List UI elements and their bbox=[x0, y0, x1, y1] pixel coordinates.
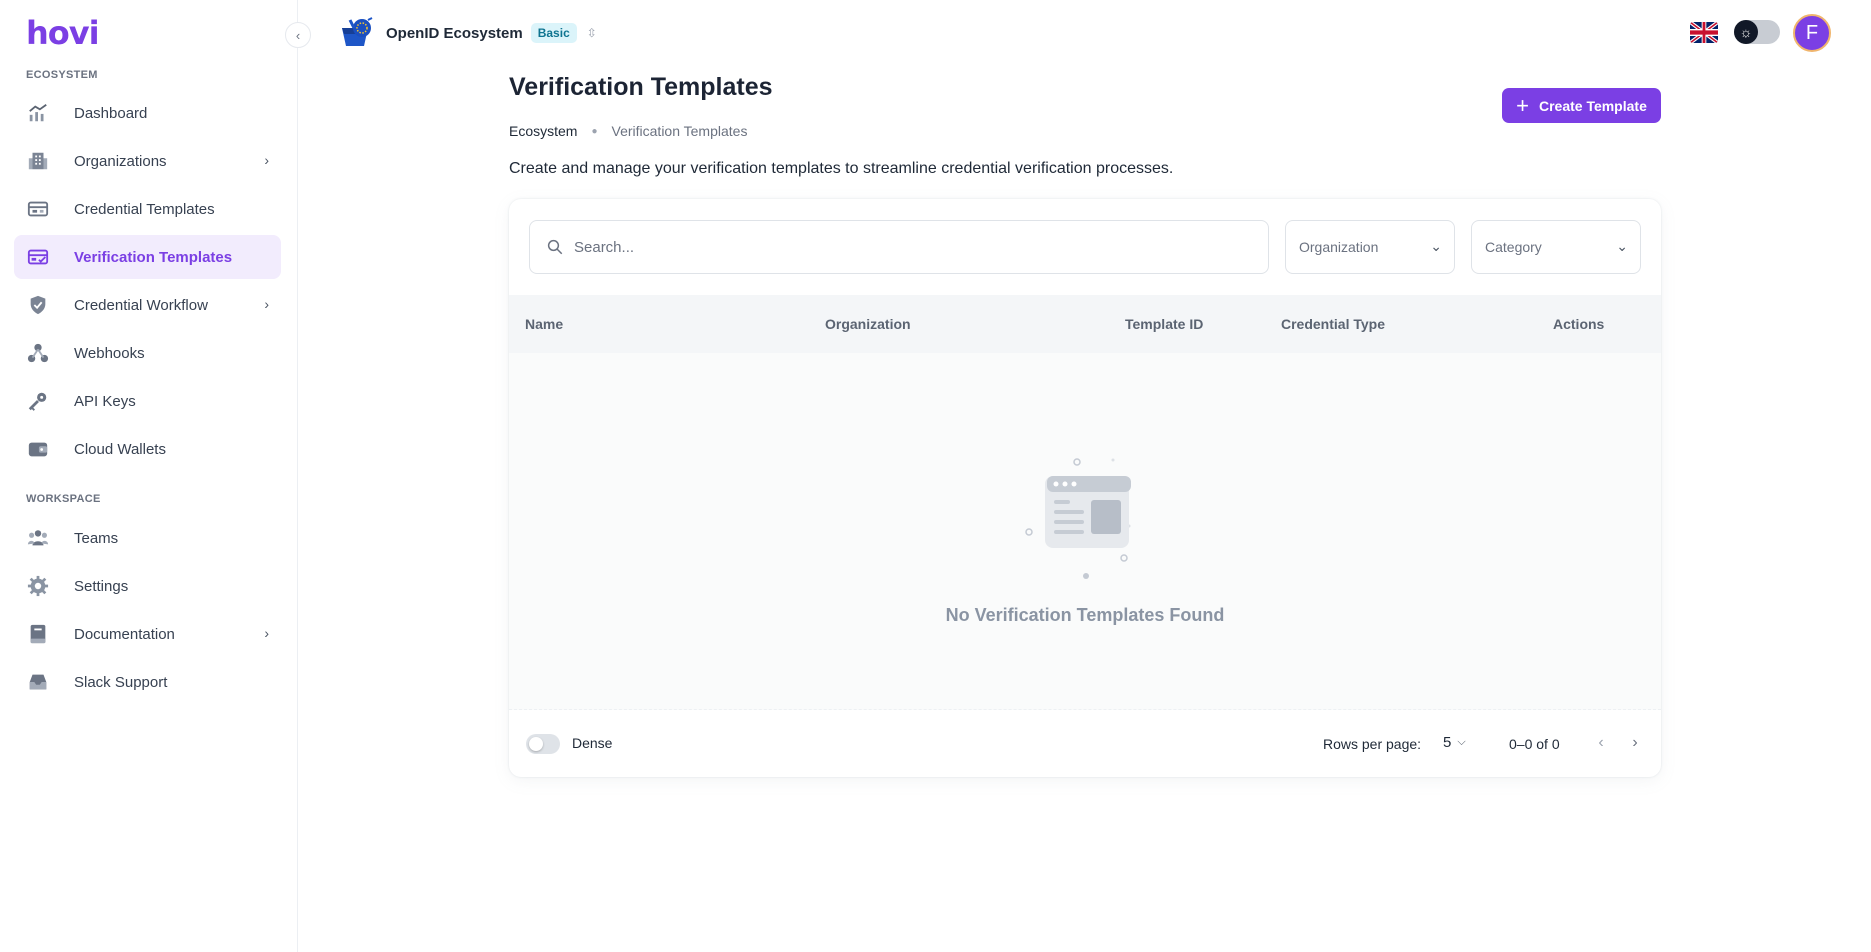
sidebar-item-verification-templates[interactable]: Verification Templates bbox=[14, 235, 281, 279]
empty-state-message: No Verification Templates Found bbox=[945, 605, 1225, 625]
organization-select[interactable]: Organization ⌄ bbox=[1285, 220, 1455, 274]
column-header-template-id[interactable]: Template ID bbox=[1125, 316, 1203, 332]
pagination-range: 0–0 of 0 bbox=[1509, 736, 1560, 752]
sidebar-item-label: Credential Workflow bbox=[74, 296, 208, 314]
page-description: Create and manage your verification temp… bbox=[509, 160, 1174, 177]
empty-content-icon bbox=[1025, 458, 1131, 579]
sidebar-item-dashboard[interactable]: Dashboard bbox=[14, 91, 281, 135]
sidebar-item-credential-templates[interactable]: Credential Templates bbox=[14, 187, 281, 231]
organization-select-label: Organization bbox=[1299, 239, 1379, 255]
create-template-button[interactable]: + Create Template bbox=[1502, 88, 1661, 123]
sidebar-item-label: Verification Templates bbox=[74, 248, 233, 266]
verification-card-icon bbox=[26, 245, 50, 269]
gear-icon bbox=[26, 574, 50, 598]
column-header-credential-type[interactable]: Credential Type bbox=[1281, 316, 1385, 332]
chart-line-icon bbox=[26, 101, 50, 125]
breadcrumb-item-ecosystem[interactable]: Ecosystem bbox=[509, 123, 577, 139]
avatar[interactable]: F bbox=[1793, 14, 1831, 52]
column-header-organization[interactable]: Organization bbox=[825, 316, 911, 332]
column-header-name[interactable]: Name bbox=[525, 316, 563, 332]
sidebar-item-documentation[interactable]: Documentation › bbox=[14, 612, 281, 656]
search-input[interactable] bbox=[574, 238, 1254, 256]
rows-per-page-value: 5 bbox=[1443, 734, 1452, 751]
search-field[interactable] bbox=[529, 220, 1269, 274]
dense-label: Dense bbox=[572, 735, 613, 751]
unfold-icon: ⇳ bbox=[586, 26, 597, 40]
ecosystem-switcher[interactable]: OpenID Ecosystem Basic ⇳ bbox=[338, 16, 597, 50]
sidebar-item-label: Teams bbox=[74, 529, 119, 547]
sun-icon: ☼ bbox=[1734, 20, 1758, 44]
toggle-knob bbox=[529, 737, 543, 751]
sidebar-item-teams[interactable]: Teams bbox=[14, 516, 281, 560]
breadcrumb: Ecosystem ● Verification Templates bbox=[509, 123, 747, 139]
page-title: Verification Templates bbox=[509, 73, 773, 101]
hovi-logo[interactable]: hovi bbox=[26, 14, 100, 52]
dense-toggle[interactable] bbox=[526, 734, 560, 754]
category-select-label: Category bbox=[1485, 239, 1542, 255]
sidebar-item-label: Slack Support bbox=[74, 673, 168, 691]
webhook-icon bbox=[26, 341, 50, 365]
category-select[interactable]: Category ⌄ bbox=[1471, 220, 1641, 274]
sidebar-item-webhooks[interactable]: Webhooks bbox=[14, 331, 281, 375]
chevron-down-icon: ⌄ bbox=[1430, 238, 1442, 254]
next-page-button[interactable]: › bbox=[1623, 731, 1647, 755]
plan-badge: Basic bbox=[530, 23, 577, 43]
building-icon bbox=[26, 149, 50, 173]
section-label-ecosystem: ECOSYSTEM bbox=[26, 69, 98, 81]
chevron-down-icon: ⌄ bbox=[1616, 238, 1628, 254]
rows-per-page-label: Rows per page: bbox=[1323, 736, 1422, 752]
sidebar-item-organizations[interactable]: Organizations › bbox=[14, 139, 281, 183]
sidebar-item-label: Documentation bbox=[74, 625, 175, 643]
ecosystem-name: OpenID Ecosystem bbox=[386, 24, 523, 42]
team-icon bbox=[26, 526, 50, 550]
sidebar-item-credential-workflow[interactable]: Credential Workflow › bbox=[14, 283, 281, 327]
create-template-label: Create Template bbox=[1538, 97, 1647, 114]
key-icon bbox=[26, 389, 50, 413]
wallet-icon bbox=[26, 437, 50, 461]
chevron-left-icon: ‹ bbox=[295, 27, 301, 43]
sidebar: hovi ECOSYSTEM Dashboard Organizations ›… bbox=[0, 0, 298, 952]
chevron-right-icon: › bbox=[264, 296, 269, 312]
breadcrumb-item-current: Verification Templates bbox=[611, 123, 748, 139]
table-footer: Dense Rows per page: 5 ⌵ 0–0 of 0 ‹ › bbox=[509, 710, 1661, 777]
sidebar-item-settings[interactable]: Settings bbox=[14, 564, 281, 608]
inbox-icon bbox=[26, 670, 50, 694]
table-header: Name Organization Template ID Credential… bbox=[509, 295, 1661, 353]
sidebar-item-slack-support[interactable]: Slack Support bbox=[14, 660, 281, 704]
chevron-right-icon: › bbox=[264, 625, 269, 641]
chevron-right-icon: › bbox=[264, 152, 269, 168]
table-empty-state: No Verification Templates Found bbox=[509, 353, 1661, 710]
column-header-actions: Actions bbox=[1553, 316, 1605, 332]
uk-flag-icon[interactable] bbox=[1690, 22, 1718, 43]
sidebar-item-label: Webhooks bbox=[74, 344, 145, 362]
search-icon bbox=[547, 239, 563, 255]
ecosystem-logo-icon bbox=[342, 17, 373, 46]
theme-toggle[interactable]: ☼ bbox=[1734, 20, 1780, 44]
breadcrumb-separator: ● bbox=[591, 125, 598, 137]
section-label-workspace: WORKSPACE bbox=[26, 493, 101, 505]
rows-per-page-select[interactable]: 5 ⌵ bbox=[1443, 734, 1466, 751]
sidebar-item-cloud-wallets[interactable]: Cloud Wallets bbox=[14, 427, 281, 471]
collapse-sidebar-button[interactable]: ‹ bbox=[285, 22, 311, 48]
credential-card-icon bbox=[26, 197, 50, 221]
sidebar-item-api-keys[interactable]: API Keys bbox=[14, 379, 281, 423]
previous-page-button[interactable]: ‹ bbox=[1589, 731, 1613, 755]
sidebar-item-label: Credential Templates bbox=[74, 200, 215, 218]
shield-check-icon bbox=[26, 293, 50, 317]
sidebar-item-label: Dashboard bbox=[74, 104, 148, 122]
book-icon bbox=[26, 622, 50, 646]
sidebar-item-label: Cloud Wallets bbox=[74, 440, 166, 458]
sidebar-item-label: Organizations bbox=[74, 152, 167, 170]
templates-card: Organization ⌄ Category ⌄ Name Organizat… bbox=[509, 199, 1661, 777]
sidebar-item-label: API Keys bbox=[74, 392, 136, 410]
plus-icon: + bbox=[1516, 92, 1529, 118]
sidebar-item-label: Settings bbox=[74, 577, 129, 595]
chevron-down-icon: ⌵ bbox=[1457, 736, 1466, 748]
